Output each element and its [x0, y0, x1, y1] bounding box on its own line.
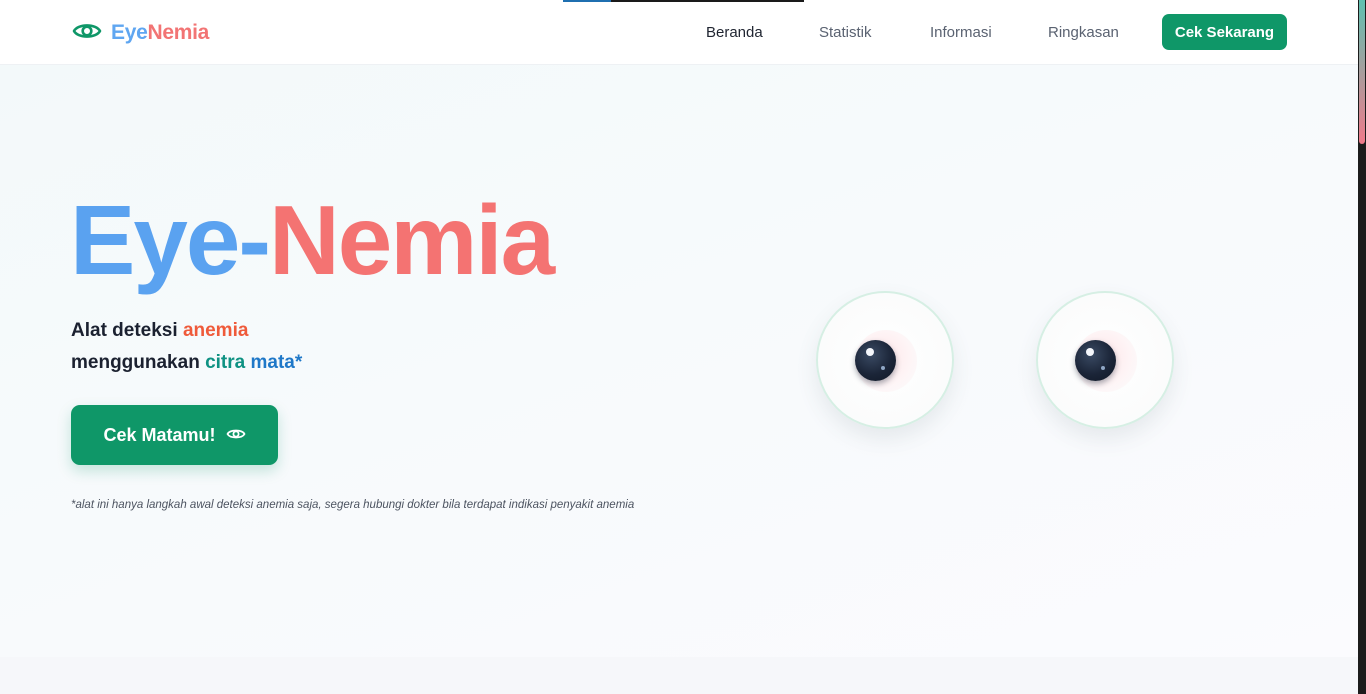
brand-name-part-b: Nemia: [147, 21, 209, 44]
eye-icon: [226, 425, 246, 446]
cek-matamu-button[interactable]: Cek Matamu!: [71, 405, 278, 465]
subtitle-anemia-highlight: anemia: [182, 320, 249, 341]
left-eye-illustration: [816, 291, 954, 429]
brand-logo[interactable]: EyeNemia: [72, 18, 209, 48]
left-eye-glint: [866, 348, 874, 356]
next-section-edge: [0, 657, 1358, 694]
hero-title-part-b: Nemia: [269, 185, 555, 295]
disclaimer-text: *alat ini hanya langkah awal deteksi ane…: [71, 499, 635, 511]
navbar: EyeNemia Beranda Statistik Informasi Rin…: [0, 0, 1358, 65]
nav-item-informasi[interactable]: Informasi: [930, 24, 992, 41]
right-eye-illustration: [1036, 291, 1174, 429]
brand-name-part-a: Eye: [111, 21, 148, 44]
subtitle-citra-highlight: citra: [205, 352, 246, 373]
loading-bar: [563, 0, 804, 2]
nav-item-statistik[interactable]: Statistik: [819, 24, 872, 41]
cek-sekarang-button[interactable]: Cek Sekarang: [1162, 14, 1287, 50]
right-eye-glint-small: [1101, 366, 1105, 370]
subtitle-line2-prefix: menggunakan: [71, 352, 206, 373]
nav-item-ringkasan[interactable]: Ringkasan: [1048, 24, 1119, 41]
cek-matamu-label: Cek Matamu!: [103, 424, 216, 445]
left-eye-pupil: [855, 340, 896, 381]
right-eye-glint: [1086, 348, 1094, 356]
hero-title-part-a: Eye-: [70, 185, 271, 295]
brand-name: EyeNemia: [111, 21, 209, 45]
subtitle-line1-prefix: Alat deteksi: [71, 320, 183, 341]
right-eye-pupil: [1075, 340, 1116, 381]
eye-icon: [72, 20, 102, 47]
subtitle-line-2: menggunakan citra mata*: [71, 347, 302, 379]
subtitle-mata-highlight: mata*: [250, 352, 303, 373]
hero-title: Eye-Nemia: [70, 185, 555, 295]
hero-subtitle: Alat deteksi anemia menggunakan citra ma…: [71, 315, 302, 379]
scrollbar-thumb[interactable]: [1359, 0, 1365, 144]
hero-section: Eye-Nemia Alat deteksi anemia menggunaka…: [0, 65, 1358, 657]
loading-bar-progress: [563, 0, 611, 2]
page: EyeNemia Beranda Statistik Informasi Rin…: [0, 0, 1366, 694]
subtitle-line-1: Alat deteksi anemia: [71, 315, 302, 347]
left-eye-glint-small: [881, 366, 885, 370]
nav-item-beranda[interactable]: Beranda: [706, 24, 763, 41]
page-scrollbar[interactable]: [1358, 0, 1366, 694]
